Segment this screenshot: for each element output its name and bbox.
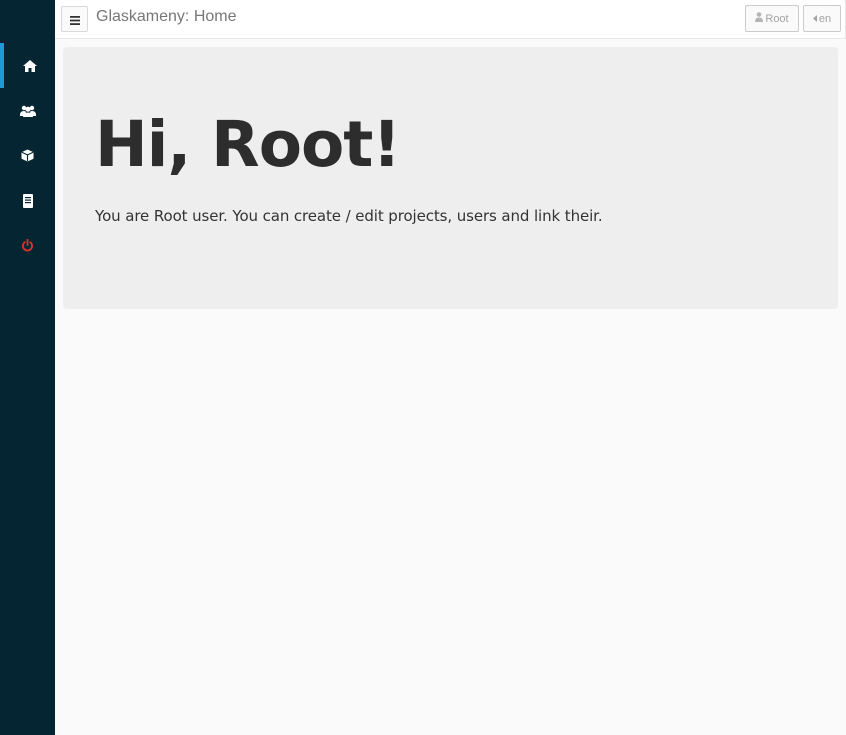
cube-icon: [21, 149, 34, 162]
user-button-label: Root: [765, 12, 789, 25]
sidebar-item-documents[interactable]: [0, 178, 55, 223]
home-icon: [22, 59, 37, 72]
document-icon: [22, 193, 33, 208]
hamburger-icon: [69, 10, 80, 29]
sidebar-item-logout[interactable]: [0, 223, 55, 268]
welcome-text: You are Root user. You can create / edit…: [95, 207, 603, 225]
sidebar: [0, 0, 55, 735]
language-button-label: en: [818, 12, 832, 25]
welcome-jumbotron: Hi, Root! You are Root user. You can cre…: [63, 47, 838, 309]
user-button[interactable]: Root: [745, 5, 799, 32]
power-icon: [21, 239, 34, 252]
user-icon: [755, 12, 765, 25]
page-title: Glaskameny: Home: [96, 8, 237, 25]
top-navbar: Glaskameny: Home Root en: [55, 0, 846, 39]
welcome-heading: Hi, Root!: [95, 108, 401, 181]
sidebar-item-projects[interactable]: [0, 133, 55, 178]
sidebar-toggle-button[interactable]: [61, 6, 88, 32]
language-button[interactable]: en: [803, 5, 841, 32]
users-icon: [19, 105, 36, 117]
sidebar-item-users[interactable]: [0, 88, 55, 133]
sidebar-item-home[interactable]: [0, 43, 55, 88]
